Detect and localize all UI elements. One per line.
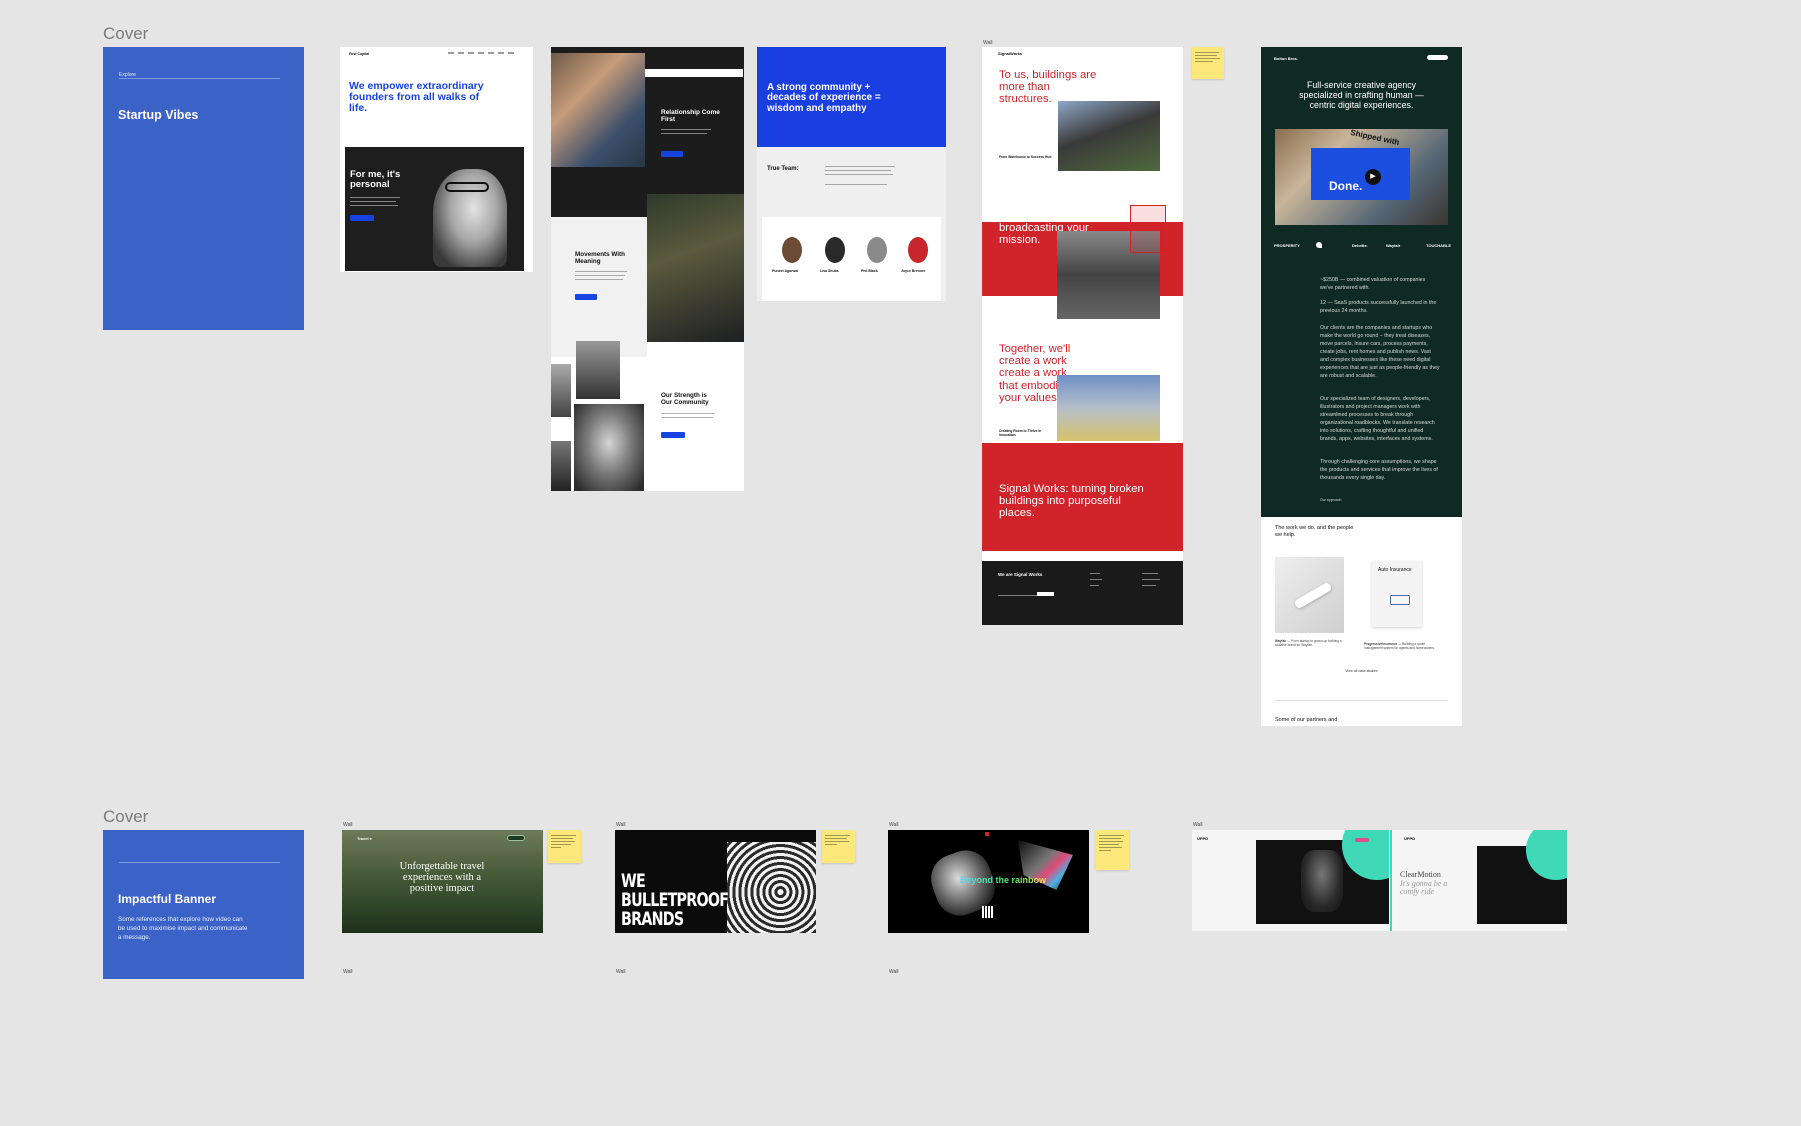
sticky-note[interactable] bbox=[1096, 830, 1129, 870]
cover-divider bbox=[119, 78, 280, 79]
clearmotion-logo: UPPD bbox=[1197, 836, 1209, 841]
collage-heading-2: Movements With Meaning bbox=[575, 251, 625, 265]
sticky-note[interactable] bbox=[548, 830, 581, 863]
work-card-title: Auto Insurance bbox=[1378, 567, 1412, 573]
photo-park bbox=[1057, 375, 1160, 441]
frame-dark-panel: For me, it's personal bbox=[345, 147, 524, 271]
frame-tag: Wall bbox=[343, 969, 353, 975]
signal-card-title: Creating Room to Thrive in Innovation bbox=[999, 429, 1042, 437]
photo-founders bbox=[551, 53, 645, 167]
bulletproof-headline: WE BULLETPROOF BRANDS bbox=[621, 870, 729, 930]
signal-logo: SignalWorks bbox=[998, 51, 1023, 56]
team-heading: True Team: bbox=[767, 166, 799, 172]
partners-heading: Some of our partners and bbox=[1275, 717, 1338, 723]
frame-tag: Wall bbox=[616, 822, 626, 828]
team-member-name: Lisa Shubs bbox=[820, 269, 839, 273]
team-member-name: Phil Black bbox=[861, 269, 878, 273]
client-logo: Deloitte. bbox=[1352, 243, 1368, 248]
agency-paragraph: Our clients are the companies and startu… bbox=[1320, 325, 1440, 379]
photo-bw-2 bbox=[574, 404, 644, 491]
team-grid: Puneet Agarwal Lisa Shubs Phil Black Joy… bbox=[762, 217, 941, 301]
signal-footer-title: We are Signal Works bbox=[998, 572, 1043, 577]
frame-first-round[interactable]: First Capital We empower extraordinary f… bbox=[340, 47, 533, 272]
cover-title: Startup Vibes bbox=[118, 108, 199, 122]
section-label: Cover bbox=[103, 24, 149, 43]
video-top-text: Shipped with bbox=[1349, 127, 1401, 148]
photo-building bbox=[1058, 101, 1160, 171]
cover-card-impactful-banner[interactable]: Impactful Banner Some references that ex… bbox=[103, 830, 304, 979]
travel-headline: Unforgettable travel experiences with a … bbox=[399, 861, 485, 895]
view-all-link[interactable]: View all case studies bbox=[1261, 669, 1462, 673]
sticky-note[interactable] bbox=[1192, 47, 1224, 79]
photo-bw-1 bbox=[576, 341, 620, 399]
work-image-wayfair[interactable] bbox=[1275, 557, 1344, 633]
agency-stat: ~$250B — combined valuation of companies… bbox=[1320, 277, 1426, 291]
travel-logo: Travel e bbox=[357, 836, 372, 841]
community-headline: A strong community + decades of experien… bbox=[767, 82, 881, 114]
work-caption: Progressiveinsurance — Building a quote … bbox=[1364, 642, 1435, 651]
banner-bulletproof[interactable]: WE BULLETPROOF BRANDS bbox=[615, 830, 816, 933]
signal-h4: Signal Works: turning broken buildings i… bbox=[999, 483, 1144, 520]
cover-divider bbox=[119, 862, 280, 863]
frame-tag: Wall bbox=[983, 40, 993, 46]
collage-heading-3: Our Strength is Our Community bbox=[661, 392, 709, 406]
play-icon[interactable]: ▶ bbox=[1365, 169, 1381, 185]
frame-nav bbox=[448, 52, 518, 54]
frame-tag: Wall bbox=[889, 822, 899, 828]
banner-rainbow[interactable]: Beyond the rainbow bbox=[888, 830, 1089, 933]
agency-logo: Bolton Bros. bbox=[1274, 56, 1298, 61]
frame-subhead: For me, it's personal bbox=[350, 169, 401, 190]
rainbow-headline: Beyond the rainbow bbox=[960, 875, 1047, 885]
glasses-shape bbox=[445, 182, 489, 192]
frame-headline: We empower extraordinary founders from a… bbox=[349, 80, 484, 115]
client-logo: PROSPERITY bbox=[1274, 243, 1300, 248]
work-heading: The work we do, and the people we help. bbox=[1275, 525, 1354, 539]
frame-community[interactable]: A strong community + decades of experien… bbox=[757, 47, 946, 301]
collage-heading-1: Relationship Come First bbox=[661, 109, 720, 123]
photo-people bbox=[647, 194, 744, 342]
clearmotion-title: ClearMotion bbox=[1400, 870, 1441, 879]
frame-signal-works[interactable]: SignalWorks To us, buildings are more th… bbox=[982, 47, 1183, 625]
team-member-name: Puneet Agarwal bbox=[772, 269, 799, 273]
swirl-image bbox=[727, 842, 816, 933]
banner-clearmotion[interactable]: UPPD UPPD ClearMotion It's gonna be a co… bbox=[1192, 830, 1567, 931]
nav-cta-button[interactable] bbox=[1355, 838, 1369, 842]
client-logo: TOUCHABLE bbox=[1426, 243, 1452, 248]
sticky-note[interactable] bbox=[822, 830, 855, 863]
qr-code-icon bbox=[982, 906, 994, 918]
banner-travel[interactable]: Travel e Unforgettable travel experience… bbox=[342, 830, 543, 933]
clearmotion-logo: UPPD bbox=[1404, 836, 1416, 841]
frame-tag: Wall bbox=[343, 822, 353, 828]
frame-tag: Wall bbox=[889, 969, 899, 975]
section-label: Cover bbox=[103, 807, 149, 826]
agency-headline: Full-service creative agency specialized… bbox=[1299, 80, 1424, 111]
signal-footer: We are Signal Works bbox=[982, 561, 1183, 625]
frame-agency[interactable]: Bolton Bros. Full-service creative agenc… bbox=[1261, 47, 1462, 726]
agency-paragraph: Through challenging core assumptions, we… bbox=[1320, 459, 1438, 481]
agency-paragraph: Our specialized team of designers, devel… bbox=[1320, 396, 1435, 442]
cover-title: Impactful Banner bbox=[118, 892, 217, 906]
frame-tag: Wall bbox=[616, 969, 626, 975]
frame-collage[interactable]: Relationship Come First Movements With M… bbox=[551, 47, 744, 491]
travel-cta-button[interactable] bbox=[507, 835, 525, 841]
agency-stat: 12 — SaaS products successfully launched… bbox=[1320, 300, 1437, 314]
cover-description: Some references that explore how video c… bbox=[118, 916, 248, 941]
clearmotion-subtitle: It's gonna be a comfy ride bbox=[1400, 879, 1448, 897]
cover-card-startup-vibes[interactable]: Explore Startup Vibes bbox=[103, 47, 304, 330]
red-building-graphic bbox=[1130, 205, 1166, 253]
work-caption: Wayfair — From startup to grown-up build… bbox=[1275, 639, 1342, 648]
agency-cta-button[interactable] bbox=[1427, 55, 1448, 60]
frame-tag: Wall bbox=[1193, 822, 1203, 828]
video-thumbnail[interactable]: Shipped with Done. ▶ bbox=[1275, 127, 1448, 225]
video-word: Done. bbox=[1329, 179, 1363, 193]
frame-logo: First Capital bbox=[349, 52, 370, 56]
work-image-insurance[interactable]: Auto Insurance bbox=[1364, 557, 1433, 633]
signal-card-title: From Warehouse to Success Hub bbox=[999, 155, 1052, 159]
client-logo-icon bbox=[1316, 242, 1322, 248]
agency-link[interactable]: Our approach bbox=[1320, 498, 1341, 502]
car-icon bbox=[1390, 595, 1410, 605]
team-member-name: Joyce Brenner bbox=[901, 269, 926, 273]
client-logo: Wayfair bbox=[1386, 243, 1401, 248]
